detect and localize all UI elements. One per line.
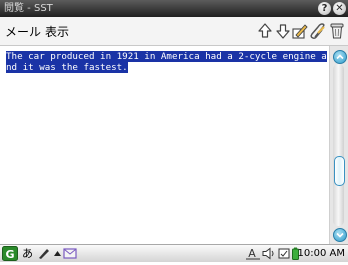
volume-button[interactable] xyxy=(262,247,276,264)
vertical-scrollbar[interactable] xyxy=(329,46,348,244)
card-status-button[interactable] xyxy=(278,247,290,264)
mail-status-button[interactable] xyxy=(63,247,77,264)
handwriting-button[interactable] xyxy=(37,247,51,264)
font-size-button[interactable]: A xyxy=(246,247,260,264)
status-bar: G あ A xyxy=(0,244,348,262)
up-arrow-icon xyxy=(256,21,274,41)
triangle-up-icon xyxy=(53,247,62,260)
menu-view[interactable]: 表示 xyxy=(45,23,69,40)
close-button[interactable]: ✕ xyxy=(333,2,346,15)
scroll-thumb[interactable] xyxy=(334,156,345,186)
scroll-down-button[interactable] xyxy=(333,228,347,242)
window-title: 閲覧 - SST xyxy=(4,0,53,17)
help-icon: ? xyxy=(322,3,328,14)
mailbox-icon xyxy=(63,247,77,260)
scroll-track[interactable] xyxy=(333,64,344,226)
help-button[interactable]: ? xyxy=(318,2,331,15)
close-icon: ✕ xyxy=(335,3,343,14)
trash-icon xyxy=(329,21,345,41)
selected-text[interactable]: The car produced in 1921 in America had … xyxy=(6,51,327,73)
delete-button[interactable] xyxy=(329,21,347,41)
app-menu-icon: G xyxy=(2,246,18,261)
next-message-button[interactable] xyxy=(274,21,292,41)
attachment-button[interactable] xyxy=(309,21,327,41)
chevron-up-icon xyxy=(334,51,346,63)
speaker-icon xyxy=(262,247,276,260)
clock: 10:00 AM xyxy=(298,247,345,260)
keyboard-toggle[interactable] xyxy=(53,247,62,264)
edit-button[interactable] xyxy=(291,21,309,41)
message-body[interactable]: The car produced in 1921 in America had … xyxy=(0,46,329,73)
font-icon: A xyxy=(246,247,260,260)
title-bar: 閲覧 - SST ? ✕ xyxy=(0,0,348,17)
menu-bar: メール 表示 xyxy=(0,17,348,46)
input-mode-indicator[interactable]: あ xyxy=(22,247,33,260)
previous-message-button[interactable] xyxy=(256,21,274,41)
start-button[interactable]: G xyxy=(2,246,18,265)
pen-icon xyxy=(37,247,51,260)
message-view[interactable]: The car produced in 1921 in America had … xyxy=(0,46,329,244)
down-arrow-icon xyxy=(274,21,292,41)
edit-icon xyxy=(291,21,309,41)
scroll-up-button[interactable] xyxy=(333,50,347,64)
chevron-down-icon xyxy=(334,229,346,241)
menu-mail[interactable]: メール xyxy=(5,23,41,40)
attachment-icon xyxy=(309,21,327,41)
card-icon xyxy=(278,247,290,260)
svg-text:A: A xyxy=(248,247,256,260)
svg-text:G: G xyxy=(5,248,14,261)
